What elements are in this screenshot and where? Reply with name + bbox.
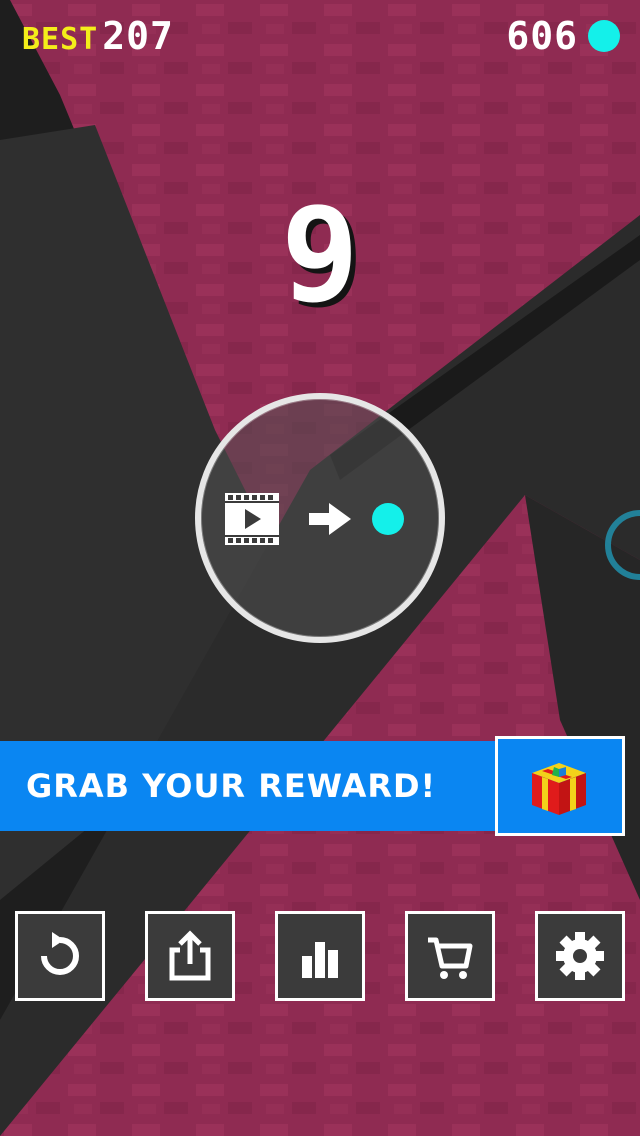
arrow-right-icon [309,503,351,535]
gem-icon [588,20,620,52]
settings-button[interactable] [535,911,625,1001]
gear-icon [556,932,604,980]
shop-button[interactable] [405,911,495,1001]
film-icon [225,493,279,545]
gem-icon [372,503,404,535]
best-value: 207 [102,14,174,58]
leaderboard-button[interactable] [275,911,365,1001]
bar-chart-icon [302,942,338,978]
share-icon [169,930,211,981]
restart-icon [41,932,79,975]
best-score-display: BEST 207 [22,14,174,58]
watch-video-reward-button[interactable] [195,393,445,643]
cart-icon [428,937,473,979]
gift-button[interactable] [495,736,625,836]
restart-button[interactable] [15,911,105,1001]
grab-reward-banner[interactable]: GRAB YOUR REWARD! [0,741,497,831]
gift-icon [532,763,586,815]
share-button[interactable] [145,911,235,1001]
grab-reward-text: GRAB YOUR REWARD! [26,767,437,805]
best-label: BEST [22,22,99,57]
gem-counter: 606 [506,14,620,58]
gem-count: 606 [506,14,578,58]
current-score: 9 [280,179,360,331]
